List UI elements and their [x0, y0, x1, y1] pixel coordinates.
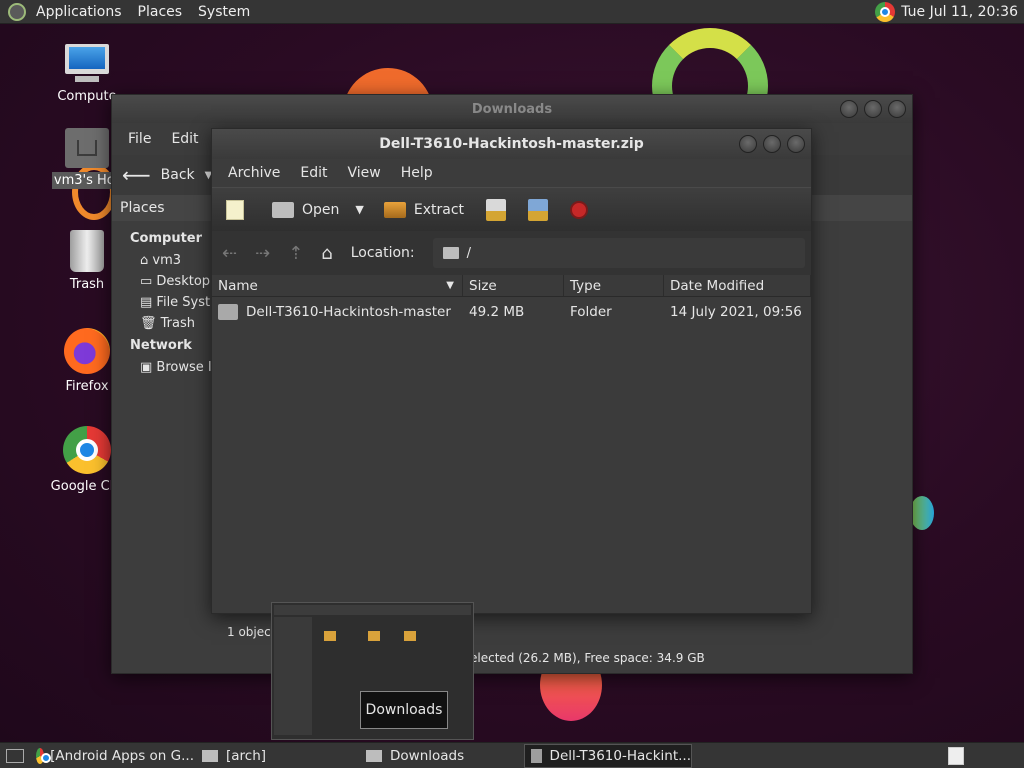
file-list[interactable]: Dell-T3610-Hackintosh-master 49.2 MB Fol… [212, 297, 811, 613]
row-date-cell: 14 July 2021, 09:56 [670, 304, 802, 320]
trash-icon [70, 230, 104, 272]
system-tray: Tue Jul 11, 20:36 [875, 1, 1024, 22]
bottom-panel: [Android Apps on G... [arch] Downloads D… [0, 742, 1024, 768]
column-size[interactable]: Size [463, 275, 564, 296]
folder-icon [202, 749, 218, 762]
archive-toolbar: Open ▼ Extract [212, 187, 811, 231]
menu-archive[interactable]: Archive [218, 165, 290, 181]
open-archive-icon [272, 201, 294, 218]
add-files-icon [486, 198, 507, 221]
firefox-icon [64, 328, 110, 374]
back-icon[interactable]: ⟵ [122, 163, 151, 187]
taskbar-item-arch[interactable]: [arch] [194, 748, 360, 764]
archive-manager-window[interactable]: Dell-T3610-Hackintosh-master.zip Archive… [211, 128, 812, 614]
downloads-titlebar[interactable]: Downloads [112, 95, 912, 123]
taskbar-item-downloads[interactable]: Downloads [360, 748, 524, 764]
menu-file[interactable]: File [118, 131, 161, 147]
forward-arrow-icon[interactable]: ⇢ [255, 243, 270, 264]
close-button[interactable] [787, 135, 805, 153]
folder-icon [218, 304, 238, 320]
new-archive-button[interactable] [222, 196, 248, 224]
top-panel: Applications Places System Tue Jul 11, 2… [0, 0, 1024, 24]
stop-icon [570, 200, 589, 219]
taskbar-item-archive-manager[interactable]: Dell-T3610-Hackint... [524, 743, 692, 768]
archive-titlebar[interactable]: Dell-T3610-Hackintosh-master.zip [212, 129, 811, 159]
column-headers: Name ▼ Size Type Date Modified [212, 275, 811, 297]
open-button[interactable]: Open [268, 198, 343, 222]
home-folder-icon [65, 128, 109, 168]
extract-icon [383, 201, 406, 218]
mate-logo-icon[interactable] [8, 2, 26, 21]
menu-edit[interactable]: Edit [161, 131, 208, 147]
downloads-statusbar: 1 object (4 elected (26.2 MB), Free spac… [112, 613, 912, 673]
archive-title: Dell-T3610-Hackintosh-master.zip [379, 136, 644, 152]
menu-help[interactable]: Help [391, 165, 443, 181]
downloads-title: Downloads [471, 101, 553, 117]
location-label: Location: [350, 245, 415, 261]
menu-system[interactable]: System [190, 4, 258, 20]
home-icon[interactable]: ⌂ [321, 243, 332, 264]
up-arrow-icon[interactable]: ⇡ [288, 243, 303, 264]
folder-icon [442, 247, 459, 259]
computer-icon [63, 44, 111, 84]
table-row[interactable]: Dell-T3610-Hackintosh-master 49.2 MB Fol… [212, 297, 811, 327]
chrome-icon [36, 747, 52, 764]
folder-icon [366, 749, 382, 762]
location-field[interactable]: / [432, 238, 805, 268]
minimize-button[interactable] [840, 100, 858, 118]
show-desktop-icon[interactable] [6, 748, 24, 763]
back-button[interactable]: Back [161, 167, 195, 183]
back-arrow-icon[interactable]: ⇠ [222, 243, 237, 264]
maximize-button[interactable] [763, 135, 781, 153]
preview-tooltip: Downloads [360, 691, 448, 729]
workspace-switcher-icon[interactable] [948, 746, 964, 765]
row-size-cell: 49.2 MB [469, 304, 525, 320]
row-name-cell: Dell-T3610-Hackintosh-master [212, 304, 463, 320]
decor-cyan-blob [910, 496, 934, 530]
taskbar-item-android-apps[interactable]: [Android Apps on G... [30, 747, 194, 764]
add-files-button[interactable] [482, 195, 510, 225]
minimize-button[interactable] [739, 135, 757, 153]
menu-edit[interactable]: Edit [290, 165, 337, 181]
menu-view[interactable]: View [338, 165, 391, 181]
window-preview-thumbnail[interactable]: Downloads [271, 602, 474, 740]
column-date-modified[interactable]: Date Modified [664, 275, 811, 296]
add-folder-icon [528, 198, 549, 221]
chrome-tray-icon[interactable] [875, 1, 896, 22]
maximize-button[interactable] [864, 100, 882, 118]
close-button[interactable] [888, 100, 906, 118]
status-right: elected (26.2 MB), Free space: 34.9 GB [470, 651, 705, 665]
sort-down-icon: ▼ [446, 280, 454, 291]
open-dropdown-icon[interactable]: ▼ [355, 203, 363, 216]
archive-manager-icon [531, 748, 542, 763]
column-type[interactable]: Type [564, 275, 664, 296]
add-folder-button[interactable] [524, 195, 552, 225]
menu-applications[interactable]: Applications [28, 4, 130, 20]
menu-places[interactable]: Places [130, 4, 191, 20]
chrome-icon [63, 426, 111, 474]
extract-button[interactable]: Extract [380, 198, 468, 222]
clock[interactable]: Tue Jul 11, 20:36 [901, 4, 1018, 20]
new-archive-icon [226, 199, 244, 220]
row-type-cell: Folder [570, 304, 612, 320]
stop-button[interactable] [566, 197, 592, 223]
archive-menubar: Archive Edit View Help [212, 159, 811, 187]
location-bar: ⇠ ⇢ ⇡ ⌂ Location: / [212, 231, 811, 275]
column-name[interactable]: Name ▼ [212, 275, 463, 296]
location-path: / [466, 245, 472, 261]
